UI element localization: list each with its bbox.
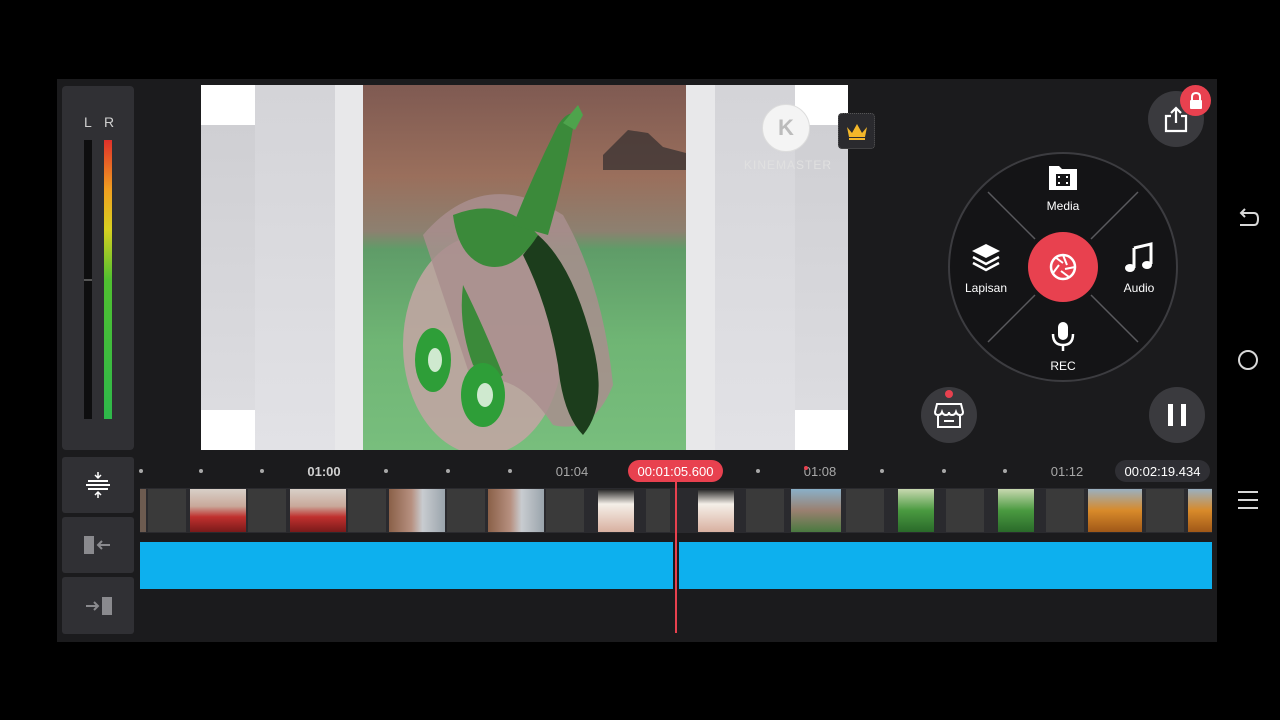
crown-icon (846, 124, 867, 140)
total-duration: 00:02:19.434 (1115, 460, 1210, 482)
thumb-frame-hand (598, 489, 634, 532)
ruler-dot (260, 469, 264, 473)
meter-right-track (104, 140, 112, 419)
thumb-frame (148, 489, 186, 532)
preview-corner-white (795, 410, 848, 450)
trim-right-icon (86, 596, 112, 615)
capture-button[interactable] (1028, 232, 1098, 302)
ruler-dot (384, 469, 388, 473)
camera-shutter-icon (1049, 253, 1077, 281)
preview-side-panel (201, 125, 255, 410)
thumb-frame (946, 489, 984, 532)
preview-corner-white (201, 85, 255, 125)
ruler-dot (199, 469, 203, 473)
thumb-frame (140, 489, 146, 532)
thumb-frame (447, 489, 485, 532)
home-icon[interactable] (1236, 348, 1260, 372)
marker-dot (804, 466, 808, 470)
kinemaster-logo: K (762, 104, 810, 152)
ruler-tick-label: 01:00 (307, 464, 341, 479)
rec-label: REC (1050, 359, 1076, 373)
thumb-frame-cartoon (190, 489, 246, 532)
preview-side-panel (255, 85, 335, 450)
thumb-frame (546, 489, 584, 532)
thumb-frame (248, 489, 286, 532)
preview-corner-white (201, 410, 255, 450)
meter-right-label: R (104, 114, 115, 130)
layer-button[interactable]: Lapisan (951, 242, 1021, 295)
watermark-text: KINEMASTER (744, 158, 833, 172)
giraffe-cart-illustration (403, 105, 686, 450)
ruler-dot (446, 469, 450, 473)
ruler-dot (139, 469, 143, 473)
layers-icon (972, 244, 1000, 272)
trim-left-button[interactable] (62, 517, 134, 573)
rec-button[interactable]: REC (1028, 320, 1098, 373)
ruler-tick-label: 01:04 (555, 464, 589, 479)
ruler-dot (756, 469, 760, 473)
playhead-time[interactable]: 00:01:05.600 (628, 460, 723, 482)
menu-icon[interactable] (1236, 488, 1260, 512)
thumb-frame-truck (1188, 489, 1212, 532)
trim-left-icon (84, 536, 110, 554)
trim-right-button[interactable] (62, 577, 134, 634)
thumb-frame-robot (998, 489, 1034, 532)
premium-button[interactable] (838, 113, 875, 149)
thumb-frame-truck (1088, 489, 1142, 532)
video-frame-image (363, 85, 686, 450)
collapse-tracks-icon (86, 472, 110, 498)
kinemaster-watermark: K KINEMASTER (744, 104, 833, 172)
thumb-frame (746, 489, 784, 532)
thumb-frame-robot (898, 489, 934, 532)
ruler-dot (880, 469, 884, 473)
ruler-dot (1003, 469, 1007, 473)
media-icon (1049, 166, 1077, 190)
audio-level-meter (62, 86, 134, 450)
meter-right-fill (104, 140, 112, 419)
ruler-tick-label: 01:08 (803, 464, 837, 479)
thumb-frame (348, 489, 386, 532)
ruler-tick-label: 01:12 (1050, 464, 1084, 479)
play-pause-button[interactable] (1149, 387, 1205, 443)
thumb-frame-cart (791, 489, 841, 532)
audio-button[interactable]: Audio (1104, 242, 1174, 295)
thumb-frame (646, 489, 670, 532)
thumb-frame (846, 489, 884, 532)
thumb-frame (1146, 489, 1184, 532)
store-icon (934, 403, 964, 428)
thumb-frame-hand (698, 489, 734, 532)
lock-badge (1180, 85, 1211, 116)
meter-left-track (84, 140, 92, 419)
thumb-frame (1046, 489, 1084, 532)
lock-icon (1189, 91, 1202, 109)
ruler-dot (508, 469, 512, 473)
pause-icon (1168, 404, 1186, 426)
audio-label: Audio (1123, 281, 1155, 295)
media-button[interactable]: Media (1028, 164, 1098, 213)
ruler-dot (942, 469, 946, 473)
playhead-line[interactable] (675, 480, 677, 633)
thumb-frame-rock (488, 489, 544, 532)
audio-clip[interactable] (679, 542, 1212, 589)
meter-left-label: L (84, 114, 92, 130)
collapse-tracks-button[interactable] (62, 457, 134, 513)
thumb-frame-rock (389, 489, 445, 532)
notification-dot (945, 390, 953, 398)
mic-icon (1051, 322, 1075, 351)
layer-label: Lapisan (964, 281, 1008, 295)
audio-clip[interactable] (140, 542, 673, 589)
music-icon (1125, 242, 1153, 272)
back-icon[interactable] (1236, 207, 1260, 231)
media-label: Media (1046, 199, 1080, 213)
thumb-frame-cartoon (290, 489, 346, 532)
